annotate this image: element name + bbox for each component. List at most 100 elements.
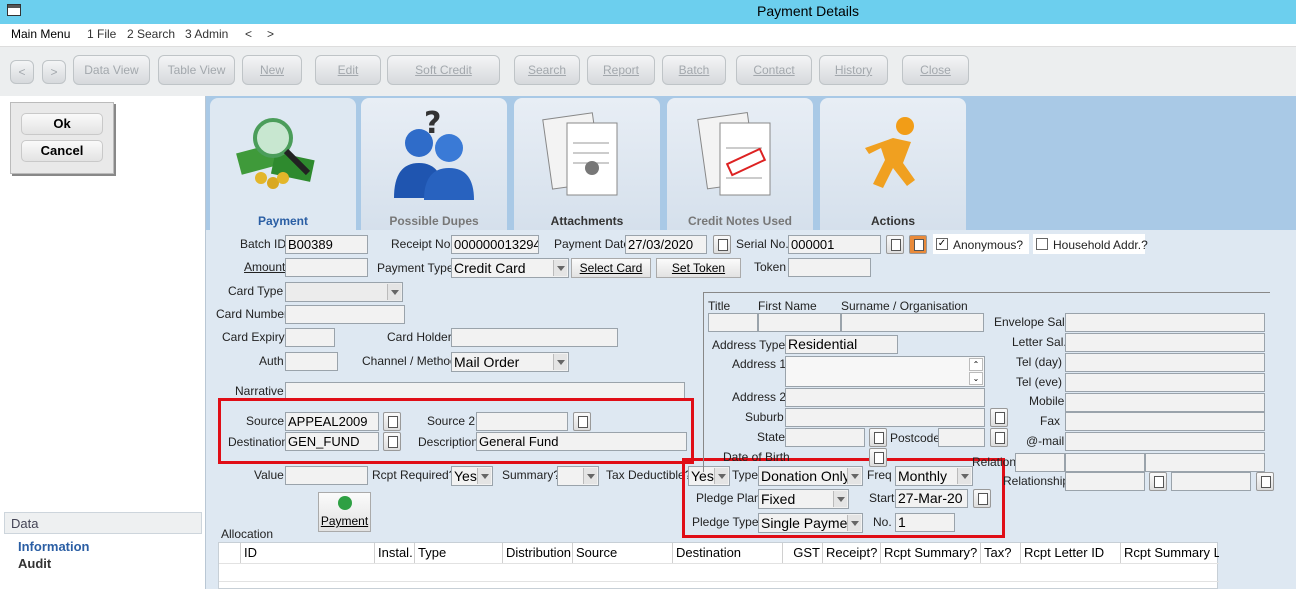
state-field[interactable] [785, 428, 865, 447]
table-header-receipt[interactable]: Receipt? [823, 543, 881, 563]
fire-icon[interactable] [909, 235, 927, 254]
edit-button[interactable]: Edit [315, 55, 381, 85]
select-card-button[interactable]: Select Card [571, 258, 651, 278]
table-header-id[interactable]: ID [241, 543, 375, 563]
table-header-rcpt-letter-id[interactable]: Rcpt Letter ID [1021, 543, 1121, 563]
menu-back[interactable]: < [245, 27, 252, 41]
channel-select[interactable]: Mail Order [451, 352, 569, 372]
surname-field[interactable] [841, 313, 984, 332]
table-header-distribution[interactable]: Distribution [503, 543, 573, 563]
postcode-lookup-icon[interactable] [990, 428, 1008, 447]
calendar-icon[interactable] [713, 235, 731, 254]
report-button[interactable]: Report [587, 55, 655, 85]
card-number-field[interactable] [285, 305, 405, 324]
table-header-source[interactable]: Source [573, 543, 673, 563]
envelope-sal-field[interactable] [1065, 313, 1265, 332]
payment-type-select[interactable]: Credit Card [451, 258, 569, 278]
email-field[interactable] [1065, 432, 1265, 451]
dob-calendar-icon[interactable] [869, 448, 887, 467]
letter-sal-field[interactable] [1065, 333, 1265, 352]
money-magnifier-icon [236, 118, 315, 189]
sidebar-item-audit[interactable]: Audit [18, 556, 90, 571]
relation-field-c[interactable] [1145, 453, 1265, 472]
mobile-field[interactable] [1065, 393, 1265, 412]
relationship-lookup-a-icon[interactable] [1149, 472, 1167, 491]
serial-no-field[interactable]: 000001 [788, 235, 881, 254]
table-header-type[interactable]: Type [415, 543, 503, 563]
relationship-field-b[interactable] [1171, 472, 1251, 491]
title-field[interactable] [708, 313, 758, 332]
table-view-button[interactable]: Table View [158, 55, 235, 85]
set-token-button[interactable]: Set Token [656, 258, 741, 278]
table-header-tax[interactable]: Tax? [981, 543, 1021, 563]
card-expiry-field[interactable] [285, 328, 335, 347]
auth-field[interactable] [285, 352, 338, 371]
channel-value: Mail Order [454, 354, 520, 370]
surname-label: Surname / Organisation [841, 299, 968, 313]
tel-eve-field[interactable] [1065, 373, 1265, 392]
relationship-field-a[interactable] [1065, 472, 1145, 491]
summary-select[interactable] [557, 466, 599, 486]
table-header-instal[interactable]: Instal. [375, 543, 415, 563]
menu-main[interactable]: Main Menu [11, 27, 70, 41]
address2-field[interactable] [785, 388, 985, 407]
table-row[interactable] [219, 563, 1219, 582]
relationship-label: Relationship [1003, 474, 1070, 488]
tab-credit-notes[interactable]: Credit Notes Used [667, 98, 813, 230]
suburb-lookup-icon[interactable] [990, 408, 1008, 427]
card-holder-field[interactable] [451, 328, 618, 347]
amount-field[interactable] [285, 258, 368, 277]
back-button[interactable]: < [10, 60, 34, 84]
suburb-field[interactable] [785, 408, 985, 427]
receipt-no-field[interactable]: 000000013294 [451, 235, 539, 254]
tab-actions[interactable]: Actions [820, 98, 966, 230]
tel-day-field[interactable] [1065, 353, 1265, 372]
menu-forward[interactable]: > [267, 27, 274, 41]
payment-button[interactable]: Payment [318, 492, 371, 532]
payment-date-field[interactable]: 27/03/2020 [625, 235, 707, 254]
relation-field-b[interactable] [1065, 453, 1145, 472]
relation-field-a[interactable] [1015, 453, 1065, 472]
sidebar-item-information[interactable]: Information [18, 539, 90, 554]
ok-button[interactable]: Ok [21, 113, 103, 135]
menu-admin[interactable]: 3 Admin [185, 27, 228, 41]
close-button[interactable]: Close [902, 55, 969, 85]
postcode-field[interactable] [938, 428, 985, 447]
household-checkbox[interactable] [1036, 238, 1048, 250]
cancel-button[interactable]: Cancel [21, 140, 103, 162]
search-button[interactable]: Search [514, 55, 580, 85]
serial-lookup-icon[interactable] [886, 235, 904, 254]
data-view-button[interactable]: Data View [73, 55, 150, 85]
first-name-field[interactable] [758, 313, 841, 332]
forward-button[interactable]: > [42, 60, 66, 84]
batch-button[interactable]: Batch [662, 55, 726, 85]
card-type-select[interactable] [285, 282, 403, 302]
allocation-table[interactable]: ID Instal. Type Distribution Source Dest… [218, 542, 1219, 589]
fax-field[interactable] [1065, 412, 1265, 431]
batch-id-field[interactable]: B00389 [285, 235, 368, 254]
scroll-down-icon[interactable]: ⌄ [969, 372, 983, 385]
table-header-rcpt-summary[interactable]: Rcpt Summary? [881, 543, 981, 563]
tab-payment[interactable]: Payment [210, 98, 356, 230]
rcpt-required-select[interactable]: Yes [451, 466, 493, 486]
address1-field[interactable]: ⌃ ⌄ [785, 356, 985, 387]
tab-possible-dupes[interactable]: ? Possible Dupes [361, 98, 507, 230]
anonymous-checkbox[interactable]: ✓ [936, 238, 948, 250]
state-lookup-icon[interactable] [869, 428, 887, 447]
value-field[interactable] [285, 466, 368, 485]
table-header-destination[interactable]: Destination [673, 543, 783, 563]
history-button[interactable]: History [819, 55, 888, 85]
scroll-up-icon[interactable]: ⌃ [969, 358, 983, 371]
new-button[interactable]: New [242, 55, 302, 85]
contact-button[interactable]: Contact [736, 55, 812, 85]
token-field[interactable] [788, 258, 871, 277]
table-header-rcpt-summary-letter[interactable]: Rcpt Summary L [1121, 543, 1219, 563]
chevron-down-icon [583, 468, 597, 484]
soft-credit-button[interactable]: Soft Credit [387, 55, 500, 85]
menu-search[interactable]: 2 Search [127, 27, 175, 41]
relationship-lookup-b-icon[interactable] [1256, 472, 1274, 491]
menu-file[interactable]: 1 File [87, 27, 116, 41]
address-type-field[interactable]: Residential [785, 335, 898, 354]
table-header-gst[interactable]: GST [783, 543, 823, 563]
tab-attachments[interactable]: Attachments [514, 98, 660, 230]
